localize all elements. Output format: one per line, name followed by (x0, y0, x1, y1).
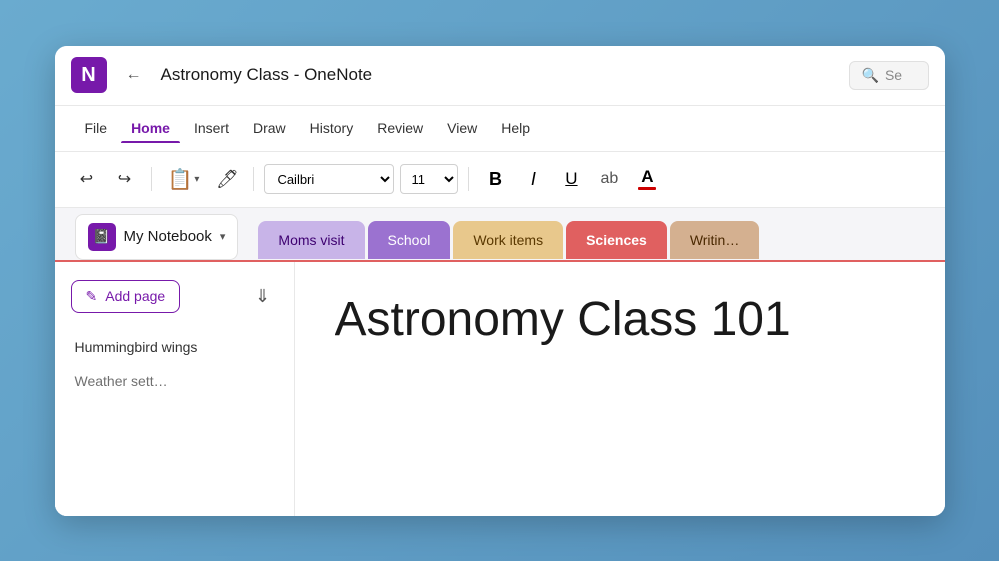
tab-sciences[interactable]: Sciences (566, 221, 667, 259)
toolbar-separator-3 (468, 167, 469, 191)
main-content: ✎ Add page ⇓ Hummingbird wings Weather s… (55, 260, 945, 516)
menu-review[interactable]: Review (367, 114, 433, 142)
redo-button[interactable]: ↪ (109, 163, 141, 195)
menu-draw[interactable]: Draw (243, 114, 296, 142)
title-bar: N ← Astronomy Class - OneNote 🔍 Se (55, 46, 945, 106)
menu-file[interactable]: File (75, 114, 118, 142)
undo-button[interactable]: ↩ (71, 163, 103, 195)
notebook-icon: 📓 (88, 223, 116, 251)
tab-work-items[interactable]: Work items (453, 221, 563, 259)
notebook-section: 📓 My Notebook ▾ Moms visit School Work i… (55, 208, 945, 516)
menu-history[interactable]: History (300, 114, 364, 142)
menu-home[interactable]: Home (121, 114, 180, 142)
search-placeholder: Se (885, 67, 902, 83)
sort-button[interactable]: ⇓ (248, 281, 278, 311)
underline-button[interactable]: U (555, 163, 587, 195)
back-button[interactable]: ← (119, 60, 149, 90)
sidebar: ✎ Add page ⇓ Hummingbird wings Weather s… (55, 262, 295, 516)
clipboard-dropdown-arrow: ▾ (194, 174, 199, 185)
menu-help[interactable]: Help (491, 114, 540, 142)
page-list: Hummingbird wings Weather sett… (55, 325, 294, 401)
highlighter-icon: 🖊 (216, 169, 239, 190)
font-color-underline-indicator (638, 187, 656, 190)
italic-button[interactable]: I (517, 163, 549, 195)
list-item[interactable]: Hummingbird wings (55, 329, 294, 365)
app-window: N ← Astronomy Class - OneNote 🔍 Se File … (55, 46, 945, 516)
note-content: Astronomy Class 101 (295, 262, 945, 516)
sort-icon: ⇓ (255, 286, 270, 307)
note-title: Astronomy Class 101 (335, 292, 905, 347)
add-page-icon: ✎ (86, 288, 98, 305)
add-page-label: Add page (105, 288, 165, 304)
clipboard-button[interactable]: 📋 ▾ (162, 163, 206, 196)
menu-insert[interactable]: Insert (184, 114, 239, 142)
tab-moms-visit[interactable]: Moms visit (258, 221, 364, 259)
highlighter-button[interactable]: 🖊 (211, 163, 243, 195)
tab-school[interactable]: School (368, 221, 451, 259)
font-color-button[interactable]: A (631, 163, 663, 195)
notebook-title-area[interactable]: 📓 My Notebook ▾ (75, 214, 239, 260)
notebook-chevron-icon: ▾ (220, 230, 226, 243)
toolbar-separator-1 (151, 167, 152, 191)
notebook-name: My Notebook (124, 228, 212, 245)
tab-writing[interactable]: Writin… (670, 221, 760, 259)
menu-view[interactable]: View (437, 114, 487, 142)
bold-button[interactable]: B (479, 163, 511, 195)
strikethrough-button[interactable]: ab (593, 163, 625, 195)
font-size-select[interactable]: 11 (400, 164, 458, 194)
add-page-button[interactable]: ✎ Add page (71, 280, 181, 313)
onenote-logo-icon: N (71, 57, 107, 93)
list-item[interactable]: Weather sett… (55, 365, 294, 397)
toolbar: ↩ ↪ 📋 ▾ 🖊 Cailbri 11 B I U ab A (55, 152, 945, 208)
font-family-select[interactable]: Cailbri (264, 164, 394, 194)
toolbar-separator-2 (253, 167, 254, 191)
clipboard-icon: 📋 (168, 167, 193, 192)
search-box[interactable]: 🔍 Se (849, 61, 929, 90)
search-icon: 🔍 (862, 67, 879, 84)
menu-bar: File Home Insert Draw History Review Vie… (55, 106, 945, 152)
tabs-row: Moms visit School Work items Sciences Wr… (258, 215, 759, 259)
add-page-area: ✎ Add page ⇓ (55, 274, 294, 325)
window-title: Astronomy Class - OneNote (161, 65, 837, 85)
font-color-letter: A (641, 168, 653, 185)
